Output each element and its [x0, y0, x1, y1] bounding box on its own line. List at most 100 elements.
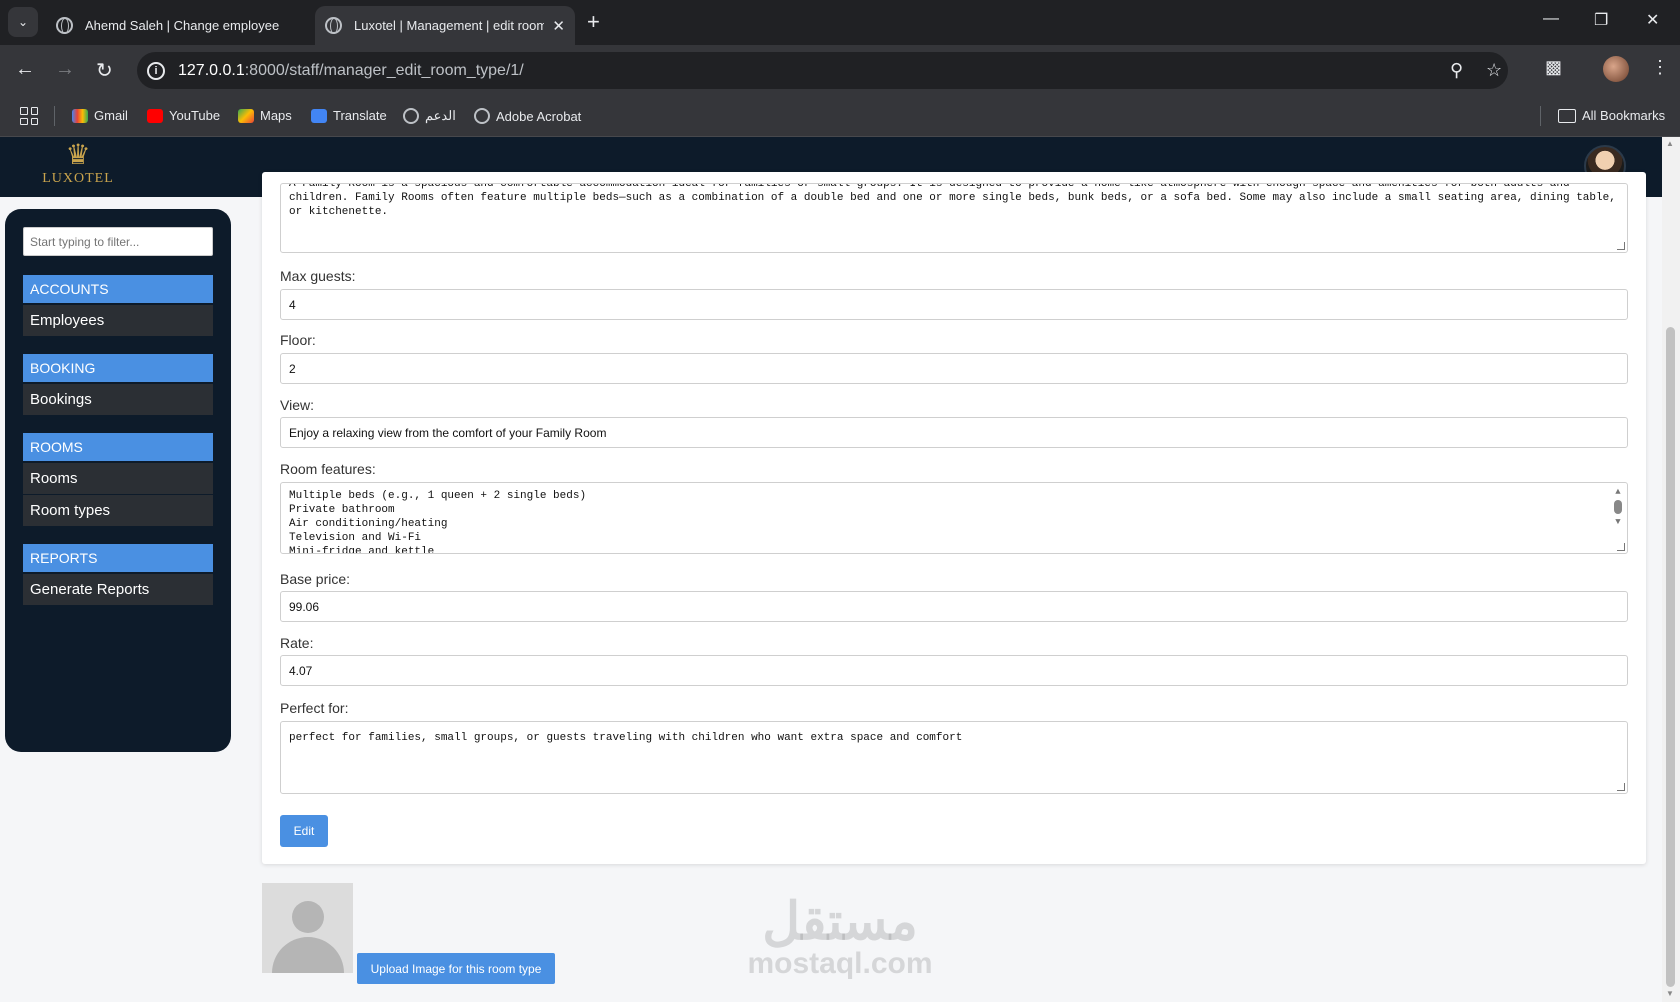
base-price-input[interactable]: 99.06	[280, 591, 1628, 622]
watermark-arabic: مستقل	[762, 893, 918, 951]
site-info-icon[interactable]: i	[147, 61, 165, 80]
scroll-up-icon[interactable]: ▲	[1613, 486, 1623, 498]
floor-input[interactable]: 2	[280, 353, 1628, 384]
mostaql-watermark: مستقل mostaql.com	[735, 895, 945, 979]
browser-tab-employee[interactable]: Ahemd Saleh | Change employee	[46, 6, 311, 45]
room-type-image-placeholder	[262, 883, 353, 973]
globe-icon	[56, 17, 73, 34]
logo-text: LUXOTEL	[42, 171, 114, 186]
youtube-icon	[147, 108, 163, 123]
tab-search-chevron-icon[interactable]: ⌄	[8, 7, 38, 37]
bookmark-separator	[1540, 106, 1541, 126]
bookmark-label: Adobe Acrobat	[496, 108, 582, 124]
crown-icon: ♛	[65, 139, 91, 170]
watermark-latin: mostaql.com	[747, 947, 933, 980]
bookmark-translate[interactable]: Translate	[311, 108, 387, 123]
globe-icon	[325, 17, 342, 34]
all-bookmarks-label: All Bookmarks	[1582, 108, 1666, 123]
back-arrow-icon[interactable]: ←	[15, 58, 35, 81]
scroll-down-icon[interactable]: ▼	[1666, 989, 1674, 998]
sidebar-item-room-types[interactable]: Room types	[23, 495, 213, 526]
folder-icon	[1558, 108, 1576, 123]
globe-icon	[474, 108, 490, 124]
extensions-puzzle-icon[interactable]: ▩	[1545, 57, 1562, 78]
page-scrollbar[interactable]: ▲ ▼	[1662, 137, 1680, 1002]
zoom-icon[interactable]: ⚲	[1450, 60, 1463, 81]
resize-handle-icon[interactable]	[1617, 543, 1625, 551]
browser-tab-edit-room[interactable]: Luxotel | Management | edit room ✕	[315, 6, 575, 45]
perfect-for-label: Perfect for:	[280, 700, 349, 716]
scroll-down-icon[interactable]: ▼	[1613, 516, 1623, 528]
url-text: 127.0.0.1:8000/staff/manager_edit_room_t…	[178, 62, 524, 80]
all-bookmarks[interactable]: All Bookmarks	[1558, 108, 1665, 123]
luxotel-logo[interactable]: ♛ LUXOTEL	[40, 139, 116, 187]
translate-icon	[311, 108, 327, 123]
room-features-textarea[interactable]: Multiple beds (e.g., 1 queen + 2 single …	[280, 482, 1628, 554]
bookmark-label: YouTube	[169, 108, 221, 123]
sidebar-item-generate-reports[interactable]: Generate Reports	[23, 574, 213, 605]
bookmark-label: Gmail	[94, 108, 128, 123]
gmail-icon	[72, 108, 88, 123]
forward-arrow-icon[interactable]: →	[55, 58, 75, 81]
tab-title: Luxotel | Management | edit room	[354, 18, 545, 33]
view-input[interactable]: Enjoy a relaxing view from the comfort o…	[280, 417, 1628, 448]
rate-input[interactable]: 4.07	[280, 655, 1628, 686]
close-window-icon[interactable]: ✕	[1646, 10, 1659, 30]
room-features-label: Room features:	[280, 461, 376, 477]
bookmark-label: Maps	[260, 108, 292, 123]
browser-toolbar: ← → ↻ i 127.0.0.1:8000/staff/manager_edi…	[0, 45, 1680, 96]
bookmark-label: Translate	[333, 108, 387, 123]
sidebar-item-employees[interactable]: Employees	[23, 305, 213, 336]
browser-tab-bar: ⌄ Ahemd Saleh | Change employee Luxotel …	[0, 0, 1680, 45]
minimize-icon[interactable]: —	[1543, 10, 1559, 28]
resize-handle-icon[interactable]	[1617, 783, 1625, 791]
maps-icon	[238, 108, 254, 123]
new-tab-plus-icon[interactable]: +	[587, 9, 600, 35]
scroll-up-icon[interactable]: ▲	[1666, 139, 1674, 148]
description-text: A Family Room is a spacious and comforta…	[289, 183, 1623, 218]
tab-title: Ahemd Saleh | Change employee	[85, 18, 280, 33]
reload-icon[interactable]: ↻	[96, 58, 113, 83]
bookmark-youtube[interactable]: YouTube	[147, 108, 220, 123]
room-features-text: Multiple beds (e.g., 1 queen + 2 single …	[289, 490, 587, 554]
edit-button[interactable]: Edit	[280, 815, 328, 847]
profile-avatar[interactable]	[1603, 56, 1629, 82]
kebab-menu-icon[interactable]: ⋮	[1651, 57, 1669, 78]
person-silhouette-icon	[292, 901, 324, 933]
url-host: 127.0.0.1	[178, 61, 245, 79]
sidebar-section-booking[interactable]: BOOKING	[23, 354, 213, 382]
max-guests-label: Max guests:	[280, 268, 356, 284]
view-label: View:	[280, 397, 314, 413]
bookmark-support[interactable]: الدعم	[403, 108, 456, 124]
globe-icon	[403, 108, 419, 124]
sidebar: ACCOUNTS Employees BOOKING Bookings ROOM…	[5, 209, 231, 752]
textarea-scrollbar[interactable]: ▲ ▼	[1613, 486, 1623, 546]
upload-image-button[interactable]: Upload Image for this room type	[357, 953, 555, 984]
bookmark-separator	[54, 106, 55, 126]
bookmark-maps[interactable]: Maps	[238, 108, 292, 123]
sidebar-section-rooms[interactable]: ROOMS	[23, 433, 213, 461]
perfect-for-textarea[interactable]: perfect for families, small groups, or g…	[280, 721, 1628, 794]
bookmark-label: الدعم	[425, 108, 456, 123]
description-textarea[interactable]: A Family Room is a spacious and comforta…	[280, 183, 1628, 253]
scroll-thumb[interactable]	[1614, 500, 1622, 514]
resize-handle-icon[interactable]	[1617, 242, 1625, 250]
bookmark-adobe-acrobat[interactable]: Adobe Acrobat	[474, 108, 581, 124]
restore-icon[interactable]: ❐	[1594, 10, 1608, 30]
bookmark-gmail[interactable]: Gmail	[72, 108, 128, 123]
sidebar-section-reports[interactable]: REPORTS	[23, 544, 213, 572]
bookmarks-bar: Gmail YouTube Maps Translate الدعم Adobe…	[0, 96, 1680, 137]
address-bar[interactable]: i 127.0.0.1:8000/staff/manager_edit_room…	[137, 52, 1508, 89]
sidebar-filter-input[interactable]	[23, 227, 213, 256]
person-silhouette-body	[272, 937, 344, 973]
sidebar-item-rooms[interactable]: Rooms	[23, 463, 213, 494]
url-path: :8000/staff/manager_edit_room_type/1/	[244, 61, 524, 79]
sidebar-section-accounts[interactable]: ACCOUNTS	[23, 275, 213, 303]
apps-grid-icon[interactable]	[20, 107, 38, 125]
sidebar-item-bookings[interactable]: Bookings	[23, 384, 213, 415]
bookmark-star-icon[interactable]: ☆	[1486, 60, 1502, 81]
rate-label: Rate:	[280, 635, 314, 651]
max-guests-input[interactable]: 4	[280, 289, 1628, 320]
close-tab-icon[interactable]: ✕	[552, 17, 565, 35]
page-scroll-thumb[interactable]	[1666, 327, 1675, 987]
